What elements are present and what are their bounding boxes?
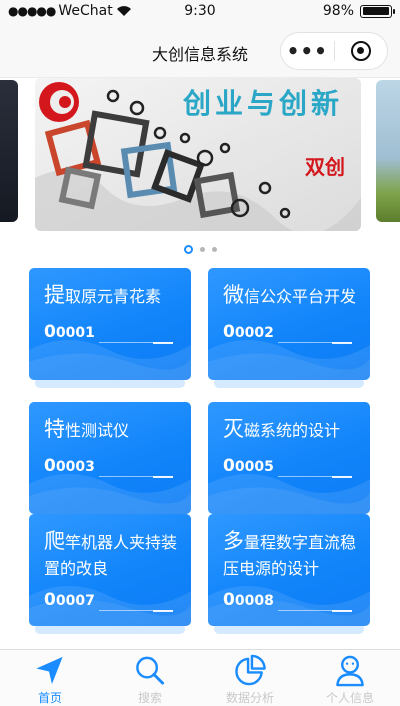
card-title: 多量程数字直流稳压电源的设计 (223, 528, 363, 582)
pie-chart-icon (235, 654, 266, 686)
search-icon (136, 656, 165, 685)
card-divider-accent (153, 610, 173, 612)
project-card[interactable]: 多量程数字直流稳压电源的设计 00008 (208, 514, 370, 626)
card-number-first: 0 (44, 590, 56, 610)
project-card[interactable]: 微信公众平台开发 00002 (208, 268, 370, 380)
card-divider-accent (153, 476, 173, 478)
battery-percent: 98% (322, 3, 354, 19)
tab-label: 个人信息 (325, 691, 374, 705)
carousel-dot[interactable] (199, 246, 205, 252)
project-card[interactable]: 灭磁系统的设计 00005 (208, 402, 370, 514)
card-title-first: 特 (44, 417, 65, 441)
project-card[interactable]: 特性测试仪 00003 (29, 402, 191, 514)
card-divider-accent (332, 610, 352, 612)
status-bar: ●●●●● WeChat 9:30 98% (0, 0, 400, 24)
card-number-rest: 0002 (234, 325, 274, 341)
card-number-rest: 0005 (234, 459, 274, 475)
target-circle-icon (350, 41, 371, 61)
card-number: 00007 (44, 590, 95, 610)
banner-slide[interactable]: 创业与创新 双创 (35, 78, 361, 231)
nav-bar: 大创信息系统 ••• (0, 24, 400, 78)
tab-profile[interactable]: 个人信息 (300, 650, 400, 706)
navigation-arrow-icon (36, 656, 63, 685)
card-number: 00005 (223, 456, 274, 476)
tab-label: 数据分析 (225, 691, 274, 705)
card-title-rest: 磁系统的设计 (244, 421, 341, 440)
card-title-first: 微 (223, 283, 244, 307)
card-number-first: 0 (223, 322, 235, 342)
mini-program-capsule: ••• (280, 32, 388, 70)
tab-label: 搜索 (137, 691, 162, 705)
card-number-rest: 0007 (55, 593, 95, 609)
close-button[interactable] (335, 41, 388, 61)
carousel-dot-active[interactable] (183, 244, 193, 254)
tab-data-analysis[interactable]: 数据分析 (200, 650, 300, 706)
card-divider-accent (332, 476, 352, 478)
banner-brand: 双创 (305, 155, 345, 179)
banner-prev-slide[interactable] (0, 80, 18, 222)
carousel-dot[interactable] (211, 246, 217, 252)
banner-next-slide[interactable] (376, 80, 400, 222)
card-number-rest: 0008 (234, 593, 274, 609)
card-number-rest: 0003 (55, 459, 95, 475)
status-right: 98% (322, 3, 395, 19)
tab-search[interactable]: 搜索 (100, 650, 200, 706)
card-number-first: 0 (44, 456, 56, 476)
card-divider-accent (332, 342, 352, 344)
tab-label: 首页 (37, 691, 62, 705)
brand-logo-icon (39, 82, 79, 122)
card-title: 灭磁系统的设计 (223, 416, 363, 444)
card-number-first: 0 (223, 456, 235, 476)
card-title-first: 爬 (44, 529, 65, 553)
card-number: 00008 (223, 590, 274, 610)
carousel-indicators (0, 244, 400, 254)
card-title-rest: 信公众平台开发 (244, 287, 357, 306)
card-title: 特性测试仪 (44, 416, 184, 444)
more-dots-icon[interactable]: ••• (281, 32, 334, 70)
card-title: 提取原元青花素 (44, 282, 184, 310)
card-title-rest: 取原元青花素 (65, 287, 162, 306)
card-title-rest: 性测试仪 (65, 421, 130, 440)
card-number: 00002 (223, 322, 274, 342)
card-title-first: 提 (44, 283, 65, 307)
user-icon (336, 655, 364, 687)
project-card[interactable]: 爬竿机器人夹持装置的改良 00007 (29, 514, 191, 626)
battery-fill (362, 7, 389, 15)
card-number-first: 0 (44, 322, 56, 342)
card-title: 爬竿机器人夹持装置的改良 (44, 528, 184, 582)
banner-carousel[interactable]: 创业与创新 双创 (0, 78, 400, 238)
card-divider-accent (153, 342, 173, 344)
tab-bar: 首页 搜索 数据分析 个人信息 (0, 649, 400, 706)
battery-icon (360, 4, 395, 18)
project-card[interactable]: 提取原元青花素 00001 (29, 268, 191, 380)
card-number: 00001 (44, 322, 95, 342)
card-title-first: 灭 (223, 417, 244, 441)
banner-title: 创业与创新 (183, 87, 344, 120)
card-number: 00003 (44, 456, 95, 476)
tab-home[interactable]: 首页 (0, 650, 100, 706)
card-number-rest: 0001 (55, 325, 95, 341)
card-number-first: 0 (223, 590, 235, 610)
card-title-first: 多 (223, 529, 244, 553)
card-title: 微信公众平台开发 (223, 282, 363, 310)
